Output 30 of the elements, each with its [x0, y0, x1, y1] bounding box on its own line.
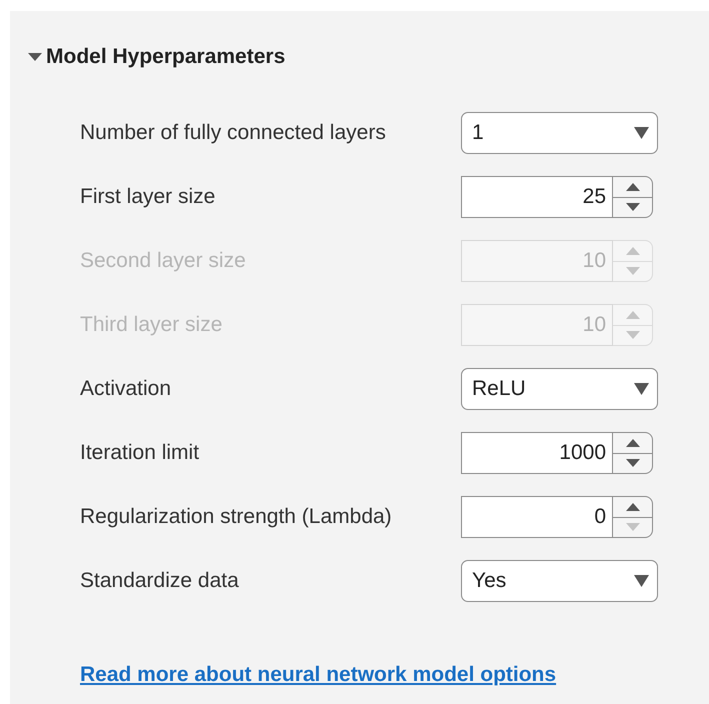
field-label: Standardize data	[80, 569, 240, 593]
field-label: Regularization strength (Lambda)	[80, 505, 393, 529]
down-arrow-icon	[626, 459, 640, 468]
down-arrow-icon	[626, 203, 640, 212]
field-label: Number of fully connected layers	[80, 121, 387, 145]
field-label: First layer size	[80, 185, 216, 209]
number-field[interactable]: 1000	[461, 432, 613, 474]
up-arrow-icon	[626, 438, 640, 447]
down-arrow-icon	[626, 523, 640, 532]
up-arrow-icon	[626, 310, 640, 319]
up-arrow-icon	[626, 182, 640, 191]
dropdown[interactable]: ReLU	[461, 368, 658, 410]
down-arrow-icon	[626, 267, 640, 276]
help-link[interactable]: Read more about neural network model options	[80, 663, 556, 687]
section-header[interactable]: Model Hyperparameters	[10, 45, 286, 69]
down-arrow-icon	[626, 331, 640, 340]
dropdown[interactable]: 1	[461, 112, 658, 154]
collapse-triangle-icon	[28, 53, 42, 61]
caret-icon	[634, 127, 649, 139]
up-arrow-icon	[626, 502, 640, 511]
dropdown[interactable]: Yes	[461, 560, 658, 602]
field-label: Third layer size	[80, 313, 224, 337]
caret-icon	[634, 383, 649, 395]
caret-icon	[634, 575, 649, 587]
up-arrow-icon	[626, 246, 640, 255]
field-label: Activation	[80, 377, 172, 401]
field-label: Iteration limit	[80, 441, 200, 465]
field-label: Second layer size	[80, 249, 247, 273]
number-field[interactable]: 0	[461, 496, 613, 538]
number-field[interactable]: 25	[461, 176, 613, 218]
